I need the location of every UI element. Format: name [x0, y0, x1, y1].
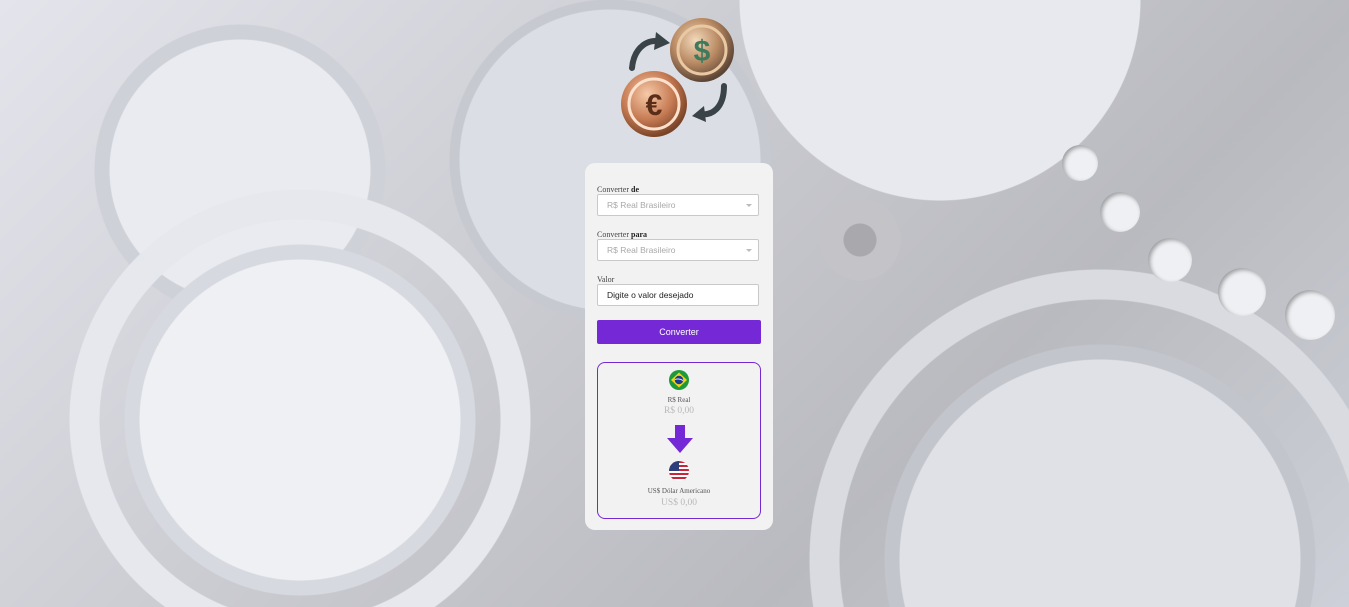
to-amount: US$ 0,00: [661, 498, 697, 508]
currency-exchange-icon: $ €: [621, 18, 734, 137]
gear-hole: [1148, 238, 1192, 282]
from-amount: R$ 0,00: [663, 406, 695, 416]
value-input[interactable]: Digite o valor desejado: [597, 284, 759, 306]
to-currency-name: US$ Dólar Americano: [647, 487, 711, 495]
convert-button[interactable]: Converter: [597, 320, 761, 344]
brazil-flag-icon: [669, 370, 689, 390]
result-box: R$ Real R$ 0,00 US$ Dólar Americano US$ …: [597, 362, 761, 519]
value-label: Valor: [597, 275, 615, 284]
usa-flag-icon: [669, 461, 689, 481]
from-currency-select[interactable]: R$ Real Brasileiro: [597, 194, 759, 216]
gear-hole: [1285, 290, 1335, 340]
gear-hole: [1100, 192, 1140, 232]
to-currency-select[interactable]: R$ Real Brasileiro: [597, 239, 759, 261]
svg-text:$: $: [694, 35, 711, 68]
arrow-down-icon: [667, 425, 693, 453]
svg-text:€: €: [646, 89, 663, 122]
gear-hole: [1218, 268, 1266, 316]
from-label: Converter de: [597, 185, 639, 194]
to-label: Converter para: [597, 230, 647, 239]
gear-hole: [1062, 145, 1098, 181]
from-currency-name: R$ Real: [667, 396, 691, 404]
converter-card: Converter de R$ Real Brasileiro Converte…: [585, 163, 773, 530]
